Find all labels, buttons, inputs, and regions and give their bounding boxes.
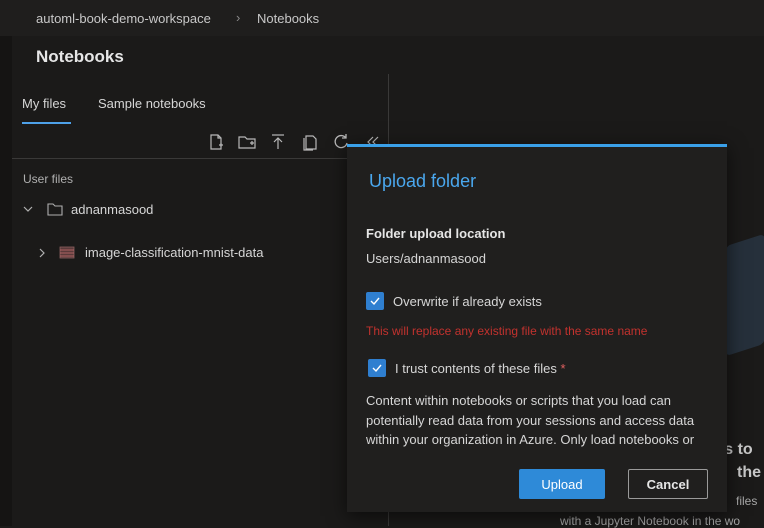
tab-my-files[interactable]: My files: [22, 96, 66, 111]
upload-button[interactable]: Upload: [519, 469, 605, 499]
trust-label: I trust contents of these files: [395, 361, 557, 376]
dialog-footer: Upload Cancel: [347, 453, 727, 512]
breadcrumb-workspace[interactable]: automl-book-demo-workspace: [36, 11, 211, 26]
overwrite-warning: This will replace any existing file with…: [366, 324, 648, 338]
upload-icon[interactable]: [268, 132, 288, 152]
checkmark-icon: [370, 297, 380, 306]
upload-folder-dialog: Upload folder Folder upload location Use…: [347, 144, 727, 512]
left-nav-edge: [0, 36, 12, 526]
page-title: Notebooks: [36, 47, 124, 66]
new-folder-icon[interactable]: [237, 132, 257, 152]
breadcrumb-separator-icon: ›: [236, 10, 241, 25]
top-bar: automl-book-demo-workspace › Notebooks: [0, 0, 764, 36]
checkmark-icon: [372, 364, 382, 373]
tree-item-child[interactable]: image-classification-mnist-data: [85, 245, 263, 260]
active-tab-indicator: [22, 122, 71, 124]
breadcrumb-page: Notebooks: [257, 11, 320, 26]
trust-checkbox[interactable]: [368, 359, 386, 377]
overwrite-label[interactable]: Overwrite if already exists: [393, 294, 542, 309]
cancel-button[interactable]: Cancel: [628, 469, 708, 499]
new-file-icon[interactable]: [206, 132, 226, 152]
chevron-right-icon[interactable]: [36, 247, 48, 262]
chevron-down-icon[interactable]: [22, 203, 34, 218]
illustration-image: [725, 233, 764, 357]
dialog-title: Upload folder: [369, 171, 477, 191]
folder-icon: [47, 202, 63, 221]
welcome-heading-line2: the: [737, 464, 761, 481]
welcome-text-line1: files: [736, 494, 758, 508]
trust-label-row[interactable]: I trust contents of these files *: [395, 361, 566, 376]
folder-icon: [59, 246, 75, 264]
toolbar-divider: [12, 158, 388, 159]
required-mark: *: [560, 361, 566, 376]
location-value: Users/adnanmasood: [366, 251, 486, 266]
tab-sample-notebooks[interactable]: Sample notebooks: [98, 96, 206, 111]
location-label: Folder upload location: [366, 226, 506, 241]
tree-item-root[interactable]: adnanmasood: [71, 202, 153, 217]
clone-icon[interactable]: [300, 132, 320, 152]
overwrite-checkbox[interactable]: [366, 292, 384, 310]
section-label: User files: [23, 172, 74, 186]
